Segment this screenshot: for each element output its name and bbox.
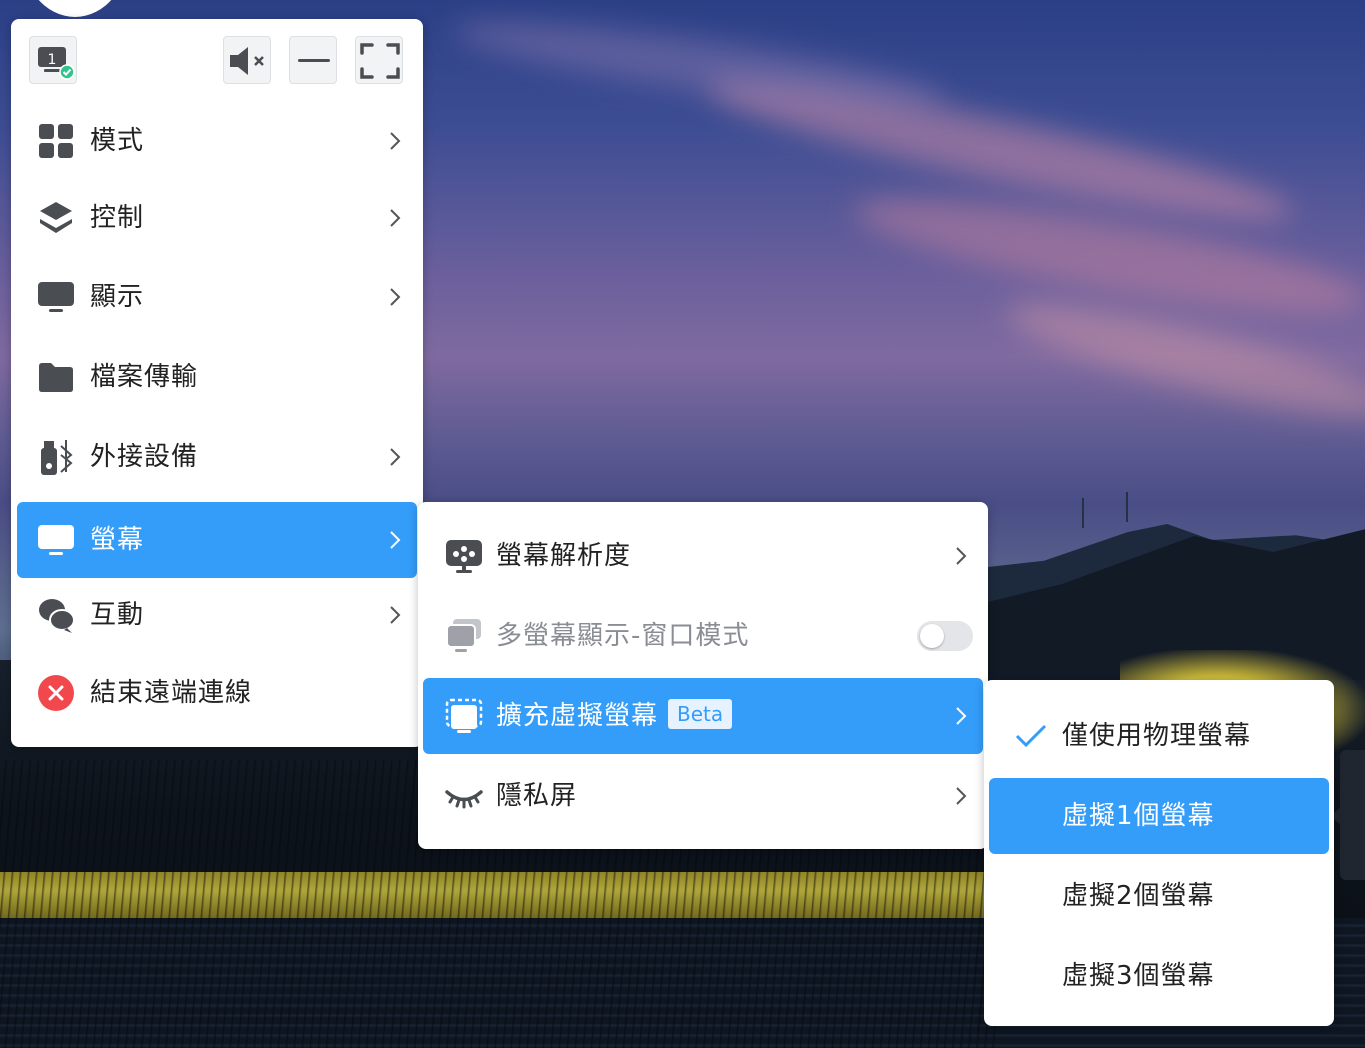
virtual-screen-submenu: 僅使用物理螢幕 虛擬1個螢幕 虛擬2個螢幕 虛擬3個螢幕 xyxy=(984,680,1334,1026)
submenu-item-label: 螢幕解析度 xyxy=(496,541,632,571)
mute-button[interactable] xyxy=(223,36,271,84)
menu-item-label: 螢幕 xyxy=(90,525,145,555)
option-label: 虛擬2個螢幕 xyxy=(1062,881,1215,911)
screen-icon xyxy=(38,525,74,555)
chevron-right-icon xyxy=(390,288,401,306)
menu-item-display[interactable]: 顯示 xyxy=(17,259,417,335)
option-virtual-2[interactable]: 虛擬2個螢幕 xyxy=(989,858,1329,934)
mute-icon xyxy=(230,47,264,75)
layers-icon xyxy=(40,202,72,233)
floating-ball[interactable] xyxy=(20,0,130,17)
svg-text:1: 1 xyxy=(48,52,57,68)
menu-item-screen[interactable]: 螢幕 xyxy=(17,502,417,578)
toggle-knob xyxy=(920,624,944,648)
submenu-item-multi-screen-window[interactable]: 多螢幕顯示-窗口模式 xyxy=(423,598,983,674)
chevron-right-icon xyxy=(956,787,967,805)
chevron-right-icon xyxy=(390,209,401,227)
tower xyxy=(1082,498,1084,528)
option-label: 虛擬1個螢幕 xyxy=(1062,801,1215,831)
option-label: 虛擬3個螢幕 xyxy=(1062,961,1215,991)
minimize-icon xyxy=(298,59,330,62)
chevron-right-icon xyxy=(956,707,967,725)
chevron-right-icon xyxy=(956,547,967,565)
resolution-icon xyxy=(446,540,482,573)
fullscreen-icon xyxy=(360,43,400,79)
menu-item-label: 檔案傳輸 xyxy=(90,362,199,392)
submenu-item-label: 隱私屏 xyxy=(496,781,578,811)
menu-item-label: 結束遠端連線 xyxy=(90,678,253,708)
checkmark-icon xyxy=(1015,724,1047,748)
chevron-right-icon xyxy=(390,606,401,624)
display-select-button[interactable]: 1 xyxy=(29,36,77,84)
chevron-right-icon xyxy=(390,448,401,466)
menu-item-control[interactable]: 控制 xyxy=(17,180,417,256)
multi-screen-toggle[interactable] xyxy=(917,621,973,651)
submenu-item-privacy-screen[interactable]: 隱私屏 xyxy=(423,758,983,834)
close-circle-icon xyxy=(38,675,74,711)
menu-item-label: 顯示 xyxy=(90,282,145,312)
option-label: 僅使用物理螢幕 xyxy=(1062,721,1252,751)
folder-icon xyxy=(39,363,73,392)
chevron-right-icon xyxy=(390,132,401,150)
closed-eye-icon xyxy=(445,790,483,809)
option-virtual-1[interactable]: 虛擬1個螢幕 xyxy=(989,778,1329,854)
display-1-icon: 1 xyxy=(38,47,75,80)
option-virtual-3[interactable]: 虛擬3個螢幕 xyxy=(989,938,1329,1014)
menu-item-peripherals[interactable]: 外接設備 xyxy=(17,419,417,495)
chevron-right-icon xyxy=(390,531,401,549)
virtual-screen-icon xyxy=(445,698,483,733)
monitor-icon xyxy=(38,282,74,312)
menu-item-file-transfer[interactable]: 檔案傳輸 xyxy=(17,339,417,415)
menu-item-label: 模式 xyxy=(90,126,145,156)
menu-item-label: 互動 xyxy=(90,600,145,630)
minimize-button[interactable] xyxy=(289,36,337,84)
virtual-screen-label: 擴充虛擬螢幕 xyxy=(496,701,659,731)
menu-item-interaction[interactable]: 互動 xyxy=(17,577,417,653)
sky-cloud xyxy=(448,5,952,125)
option-physical-only[interactable]: 僅使用物理螢幕 xyxy=(989,698,1329,774)
tower xyxy=(1126,492,1128,522)
grid-icon xyxy=(39,124,73,158)
multi-screen-icon xyxy=(446,619,481,652)
main-menu: 1 模式 控制 顯示 檔案傳輸 外接設備 螢幕 互動 結束遠端連線 xyxy=(11,19,423,747)
submenu-item-label: 多螢幕顯示-窗口模式 xyxy=(496,621,750,651)
screen-submenu: 螢幕解析度 多螢幕顯示-窗口模式 擴充虛擬螢幕 Beta 隱私屏 xyxy=(418,502,988,849)
usb-bluetooth-icon xyxy=(41,440,73,475)
menu-item-end-session[interactable]: 結束遠端連線 xyxy=(17,655,417,731)
fullscreen-button[interactable] xyxy=(355,36,403,84)
menu-item-label: 控制 xyxy=(90,203,145,233)
submenu-item-label: 擴充虛擬螢幕 Beta xyxy=(496,678,733,754)
menu-item-label: 外接設備 xyxy=(90,442,199,472)
side-panel-edge[interactable] xyxy=(1340,750,1365,880)
beta-badge: Beta xyxy=(668,699,733,729)
menu-item-mode[interactable]: 模式 xyxy=(17,103,417,179)
chat-icon xyxy=(39,599,75,633)
submenu-item-virtual-screen[interactable]: 擴充虛擬螢幕 Beta xyxy=(423,678,983,754)
submenu-item-resolution[interactable]: 螢幕解析度 xyxy=(423,518,983,594)
